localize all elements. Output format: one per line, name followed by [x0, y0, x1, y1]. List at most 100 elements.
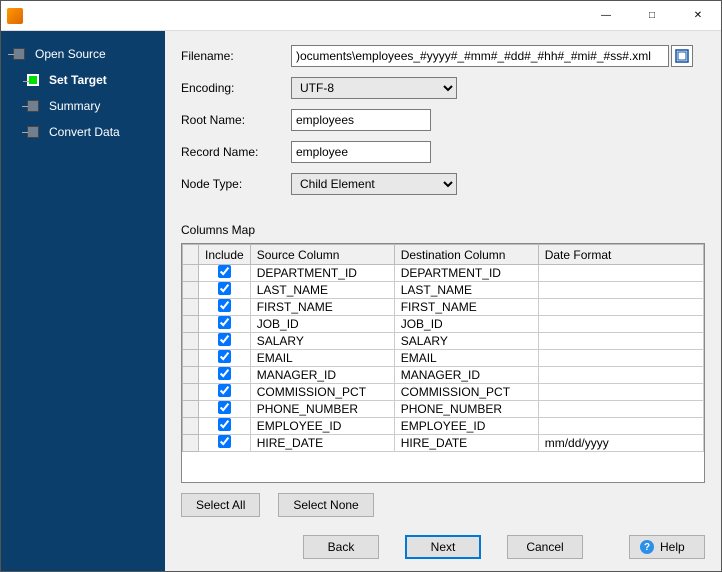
source-column-cell[interactable]: FIRST_NAME	[250, 299, 394, 316]
include-checkbox[interactable]	[218, 435, 231, 448]
date-format-cell[interactable]	[538, 333, 703, 350]
select-none-button[interactable]: Select None	[278, 493, 373, 517]
destination-column-cell[interactable]: COMMISSION_PCT	[394, 384, 538, 401]
table-row[interactable]: SALARYSALARY	[183, 333, 704, 350]
source-column-cell[interactable]: COMMISSION_PCT	[250, 384, 394, 401]
include-checkbox[interactable]	[218, 350, 231, 363]
destination-column-cell[interactable]: FIRST_NAME	[394, 299, 538, 316]
include-checkbox[interactable]	[218, 384, 231, 397]
col-header-dest[interactable]: Destination Column	[394, 245, 538, 265]
minimize-button[interactable]: —	[583, 1, 629, 31]
destination-column-cell[interactable]: DEPARTMENT_ID	[394, 265, 538, 282]
date-format-cell[interactable]	[538, 316, 703, 333]
root-name-input[interactable]	[291, 109, 431, 131]
back-button[interactable]: Back	[303, 535, 379, 559]
include-checkbox[interactable]	[218, 367, 231, 380]
destination-column-cell[interactable]: EMPLOYEE_ID	[394, 418, 538, 435]
sidebar-item-convert-data[interactable]: Convert Data	[1, 119, 165, 145]
row-header	[183, 282, 199, 299]
include-checkbox[interactable]	[218, 299, 231, 312]
include-cell[interactable]	[199, 384, 251, 401]
source-column-cell[interactable]: JOB_ID	[250, 316, 394, 333]
columns-map-label: Columns Map	[181, 223, 705, 237]
cancel-button[interactable]: Cancel	[507, 535, 583, 559]
include-cell[interactable]	[199, 333, 251, 350]
columns-map-grid[interactable]: Include Source Column Destination Column…	[181, 243, 705, 483]
destination-column-cell[interactable]: HIRE_DATE	[394, 435, 538, 452]
step-marker-icon	[27, 100, 39, 112]
destination-column-cell[interactable]: EMAIL	[394, 350, 538, 367]
record-name-input[interactable]	[291, 141, 431, 163]
include-cell[interactable]	[199, 265, 251, 282]
date-format-cell[interactable]	[538, 367, 703, 384]
node-type-select[interactable]: Child Element	[291, 173, 457, 195]
table-row[interactable]: EMAILEMAIL	[183, 350, 704, 367]
include-checkbox[interactable]	[218, 333, 231, 346]
sidebar-item-summary[interactable]: Summary	[1, 93, 165, 119]
include-cell[interactable]	[199, 435, 251, 452]
date-format-cell[interactable]	[538, 299, 703, 316]
source-column-cell[interactable]: HIRE_DATE	[250, 435, 394, 452]
destination-column-cell[interactable]: JOB_ID	[394, 316, 538, 333]
include-cell[interactable]	[199, 401, 251, 418]
destination-column-cell[interactable]: MANAGER_ID	[394, 367, 538, 384]
root-name-label: Root Name:	[181, 113, 291, 127]
help-icon: ?	[640, 540, 654, 554]
include-checkbox[interactable]	[218, 401, 231, 414]
table-row[interactable]: COMMISSION_PCTCOMMISSION_PCT	[183, 384, 704, 401]
filename-label: Filename:	[181, 49, 291, 63]
source-column-cell[interactable]: PHONE_NUMBER	[250, 401, 394, 418]
col-header-include[interactable]: Include	[199, 245, 251, 265]
encoding-label: Encoding:	[181, 81, 291, 95]
source-column-cell[interactable]: LAST_NAME	[250, 282, 394, 299]
source-column-cell[interactable]: DEPARTMENT_ID	[250, 265, 394, 282]
include-checkbox[interactable]	[218, 265, 231, 278]
maximize-button[interactable]: □	[629, 1, 675, 31]
include-checkbox[interactable]	[218, 418, 231, 431]
include-cell[interactable]	[199, 299, 251, 316]
include-checkbox[interactable]	[218, 316, 231, 329]
encoding-select[interactable]: UTF-8	[291, 77, 457, 99]
destination-column-cell[interactable]: PHONE_NUMBER	[394, 401, 538, 418]
browse-button[interactable]	[671, 45, 693, 67]
include-cell[interactable]	[199, 350, 251, 367]
include-cell[interactable]	[199, 418, 251, 435]
table-row[interactable]: EMPLOYEE_IDEMPLOYEE_ID	[183, 418, 704, 435]
sidebar-item-set-target[interactable]: Set Target	[1, 67, 165, 93]
sidebar-item-label: Summary	[49, 99, 100, 113]
include-cell[interactable]	[199, 282, 251, 299]
next-button[interactable]: Next	[405, 535, 481, 559]
help-button[interactable]: ? Help	[629, 535, 705, 559]
include-checkbox[interactable]	[218, 282, 231, 295]
date-format-cell[interactable]	[538, 282, 703, 299]
record-name-label: Record Name:	[181, 145, 291, 159]
source-column-cell[interactable]: EMAIL	[250, 350, 394, 367]
destination-column-cell[interactable]: LAST_NAME	[394, 282, 538, 299]
include-cell[interactable]	[199, 316, 251, 333]
date-format-cell[interactable]	[538, 401, 703, 418]
include-cell[interactable]	[199, 367, 251, 384]
date-format-cell[interactable]	[538, 350, 703, 367]
date-format-cell[interactable]	[538, 384, 703, 401]
table-row[interactable]: JOB_IDJOB_ID	[183, 316, 704, 333]
filename-input[interactable]	[291, 45, 669, 67]
source-column-cell[interactable]: EMPLOYEE_ID	[250, 418, 394, 435]
table-row[interactable]: FIRST_NAMEFIRST_NAME	[183, 299, 704, 316]
date-format-cell[interactable]	[538, 265, 703, 282]
col-header-source[interactable]: Source Column	[250, 245, 394, 265]
help-button-label: Help	[660, 540, 685, 554]
date-format-cell[interactable]	[538, 418, 703, 435]
select-all-button[interactable]: Select All	[181, 493, 260, 517]
table-row[interactable]: DEPARTMENT_IDDEPARTMENT_ID	[183, 265, 704, 282]
col-header-format[interactable]: Date Format	[538, 245, 703, 265]
table-row[interactable]: PHONE_NUMBERPHONE_NUMBER	[183, 401, 704, 418]
destination-column-cell[interactable]: SALARY	[394, 333, 538, 350]
table-row[interactable]: LAST_NAMELAST_NAME	[183, 282, 704, 299]
source-column-cell[interactable]: SALARY	[250, 333, 394, 350]
table-row[interactable]: HIRE_DATEHIRE_DATEmm/dd/yyyy	[183, 435, 704, 452]
sidebar-item-open-source[interactable]: Open Source	[1, 41, 165, 67]
table-row[interactable]: MANAGER_IDMANAGER_ID	[183, 367, 704, 384]
close-button[interactable]: ✕	[675, 1, 721, 31]
date-format-cell[interactable]: mm/dd/yyyy	[538, 435, 703, 452]
source-column-cell[interactable]: MANAGER_ID	[250, 367, 394, 384]
